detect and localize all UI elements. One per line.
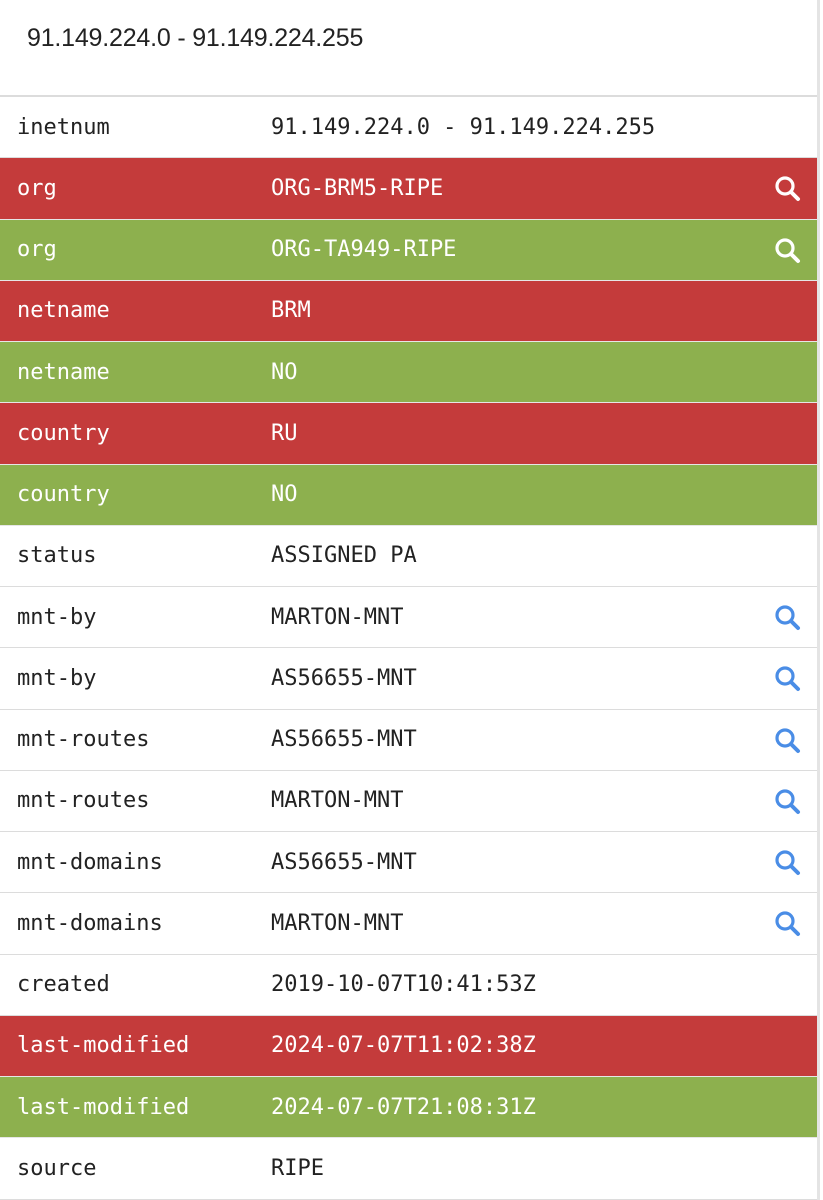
attribute-name: netname (17, 359, 110, 385)
search-icon[interactable] (773, 787, 801, 815)
attribute-row-normal: mnt-by AS56655-MNT (0, 648, 817, 710)
search-icon[interactable] (773, 236, 801, 264)
attribute-value: AS56655-MNT (271, 727, 417, 753)
search-button[interactable] (757, 771, 817, 831)
attribute-name: org (17, 237, 57, 263)
page-title: 91.149.224.0 - 91.149.224.255 (27, 24, 364, 52)
attribute-row-removed: org ORG-BRM5-RIPE (0, 158, 817, 220)
attribute-name: mnt-domains (17, 910, 163, 936)
attribute-value: 2024-07-07T21:08:31Z (271, 1094, 536, 1120)
attribute-name: country (17, 482, 110, 508)
attribute-value: AS56655-MNT (271, 665, 417, 691)
attribute-value: NO (271, 482, 298, 508)
attribute-row-added: netname NO (0, 342, 817, 404)
attribute-value: MARTON-MNT (271, 788, 404, 814)
attribute-row-removed: last-modified 2024-07-07T11:02:38Z (0, 1015, 817, 1077)
attribute-name: created (17, 972, 110, 998)
attribute-row-normal: mnt-routes AS56655-MNT (0, 710, 817, 771)
search-icon[interactable] (773, 726, 801, 754)
attribute-value: RIPE (271, 1155, 324, 1181)
attribute-row-normal: mnt-domains MARTON-MNT (0, 893, 817, 955)
attribute-name: mnt-routes (17, 727, 150, 753)
attribute-list: inetnum 91.149.224.0 - 91.149.224.255 org O… (0, 97, 817, 1200)
attribute-name: netname (17, 298, 110, 324)
search-icon[interactable] (773, 664, 801, 692)
attribute-name: last-modified (17, 1094, 190, 1120)
attribute-name: mnt-routes (17, 788, 150, 814)
search-button[interactable] (757, 220, 817, 280)
attribute-name: mnt-by (17, 665, 97, 691)
attribute-name: org (17, 175, 57, 201)
attribute-row-normal: created 2019-10-07T10:41:53Z (0, 955, 817, 1016)
search-button[interactable] (757, 158, 817, 218)
attribute-value: RU (271, 420, 298, 446)
panel-header: 91.149.224.0 - 91.149.224.255 (0, 0, 817, 97)
attribute-row-normal: mnt-routes MARTON-MNT (0, 771, 817, 832)
attribute-name: mnt-domains (17, 849, 163, 875)
attribute-value: ORG-BRM5-RIPE (271, 175, 444, 201)
attribute-row-removed: country RU (0, 403, 817, 465)
attribute-value: AS56655-MNT (271, 849, 417, 875)
attribute-name: country (17, 420, 110, 446)
attribute-name: source (17, 1155, 97, 1181)
attribute-value: MARTON-MNT (271, 910, 404, 936)
search-icon[interactable] (773, 174, 801, 202)
attribute-value: 2019-10-07T10:41:53Z (271, 972, 536, 998)
attribute-value: 2024-07-07T11:02:38Z (271, 1033, 536, 1059)
attribute-value: NO (271, 359, 298, 385)
attribute-row-normal: inetnum 91.149.224.0 - 91.149.224.255 (0, 97, 817, 159)
search-button[interactable] (757, 832, 817, 892)
attribute-value: BRM (271, 298, 311, 324)
search-icon[interactable] (773, 909, 801, 937)
attribute-row-added: last-modified 2024-07-07T21:08:31Z (0, 1077, 817, 1139)
attribute-value: MARTON-MNT (271, 604, 404, 630)
attribute-row-normal: mnt-by MARTON-MNT (0, 587, 817, 649)
attribute-value: ASSIGNED PA (271, 543, 417, 569)
whois-diff-panel: 91.149.224.0 - 91.149.224.255 inetnum 91.… (0, 0, 820, 1200)
search-button[interactable] (757, 587, 817, 647)
attribute-row-normal: mnt-domains AS56655-MNT (0, 832, 817, 894)
attribute-name: last-modified (17, 1033, 190, 1059)
attribute-value: 91.149.224.0 - 91.149.224.255 (271, 114, 656, 140)
attribute-name: inetnum (17, 114, 110, 140)
attribute-row-added: org ORG-TA949-RIPE (0, 219, 817, 281)
search-button[interactable] (757, 710, 817, 770)
search-icon[interactable] (773, 848, 801, 876)
attribute-row-normal: status ASSIGNED PA (0, 526, 817, 587)
attribute-name: status (17, 543, 97, 569)
search-button[interactable] (757, 648, 817, 708)
attribute-row-removed: netname BRM (0, 280, 817, 342)
attribute-value: ORG-TA949-RIPE (271, 237, 457, 263)
search-icon[interactable] (773, 603, 801, 631)
attribute-name: mnt-by (17, 604, 97, 630)
attribute-row-added: country NO (0, 464, 817, 526)
search-button[interactable] (757, 893, 817, 953)
attribute-row-normal: source RIPE (0, 1138, 817, 1200)
